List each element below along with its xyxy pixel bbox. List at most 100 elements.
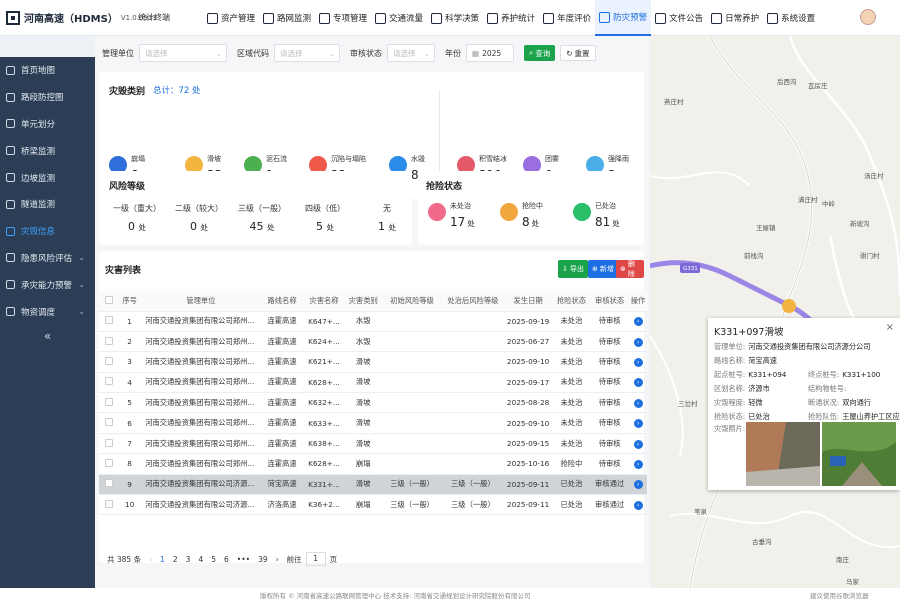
detail-arrow-icon[interactable]: › — [633, 459, 643, 469]
map-canvas[interactable] — [650, 36, 900, 588]
detail-arrow-icon[interactable]: › — [633, 337, 643, 347]
detail-arrow-icon[interactable]: › — [633, 419, 643, 429]
row-checkbox[interactable] — [104, 397, 113, 406]
page-number-button[interactable]: 6 — [224, 555, 229, 564]
detail-arrow-icon[interactable]: › — [633, 439, 643, 449]
row-checkbox[interactable] — [104, 418, 113, 427]
alert-icon — [6, 226, 15, 236]
page-number-button[interactable]: 4 — [198, 555, 203, 564]
cell-type: 滑坡 — [344, 474, 382, 496]
year-picker[interactable]: ▦ 2025 — [466, 44, 514, 62]
row-checkbox[interactable] — [104, 499, 113, 508]
app-logo[interactable]: 河南高速（HDMS） V1.0.0913 — [6, 10, 157, 25]
page-number-button[interactable]: 39 — [258, 555, 268, 564]
row-checkbox[interactable] — [104, 377, 113, 386]
cell-after — [442, 392, 504, 414]
row-checkbox[interactable] — [104, 438, 113, 447]
table-row[interactable]: 4 河南交通投资集团有限公司郑州... 连霍高速 K628+... 滑坡 2025-09-… — [99, 372, 647, 394]
row-checkbox[interactable] — [104, 458, 113, 467]
page-number-button[interactable]: 5 — [211, 555, 216, 564]
nav-item-road[interactable]: 路网监测 — [259, 0, 315, 36]
row-checkbox[interactable] — [104, 316, 113, 325]
nav-item-stats[interactable]: 养护统计 — [483, 0, 539, 36]
sidebar-item-tunnel[interactable]: 隧道监测 — [0, 191, 95, 218]
risk-stat-item[interactable]: 一级（重大） 0 处 — [109, 203, 165, 233]
table-row[interactable]: 8 河南交通投资集团有限公司郑州... 连霍高速 K628+... 崩塌 2025-10-… — [99, 453, 647, 475]
reset-button[interactable]: ↻ 重置 — [560, 45, 596, 61]
risk-stat-item[interactable]: 三级（一般） 45 处 — [234, 203, 290, 233]
nav-item-wrench[interactable]: 日常养护 — [707, 0, 763, 36]
nav-item-calendar[interactable]: 年度评价 — [539, 0, 595, 36]
column-header: 初始风险等级 — [381, 291, 443, 312]
avatar[interactable] — [860, 9, 876, 25]
risk-stat-item[interactable]: 四级（低） 5 处 — [297, 203, 353, 233]
sidebar-item-package[interactable]: 物资调度 ⌄ — [0, 298, 95, 325]
nav-item-box[interactable]: 资产管理 — [203, 0, 259, 36]
collapse-icon[interactable]: « — [0, 329, 95, 343]
table-row[interactable]: 1 河南交通投资集团有限公司郑州... 连霍高速 K647+... 水毁 2025-09-… — [99, 311, 647, 332]
detail-arrow-icon[interactable]: › — [633, 500, 643, 510]
table-row[interactable]: 10 河南交通投资集团有限公司济源... 济洛高速 K36+2... 崩塌 三级（一般）三… — [99, 494, 647, 516]
next-page-button[interactable]: › — [276, 555, 279, 564]
rescue-title: 抢险状态 — [426, 182, 463, 192]
terminal-label[interactable]: 统计终端 — [138, 12, 170, 23]
cell-route: 连霍高速 — [260, 453, 304, 475]
status-select[interactable]: 请选择 ⌄ — [387, 44, 435, 62]
nav-item-chart[interactable]: 科学决策 — [427, 0, 483, 36]
cell-audit: 审核通过 — [590, 494, 630, 516]
cell-no: 9 — [118, 474, 142, 496]
delete-button[interactable]: ⊗ 删除 — [616, 260, 644, 278]
table-row[interactable]: 2 河南交通投资集团有限公司郑州... 连霍高速 K624+... 水毁 2025-06-… — [99, 331, 647, 353]
map-place-label: G331 — [683, 266, 698, 272]
close-icon[interactable]: × — [886, 322, 894, 333]
page-number-button[interactable]: ••• — [237, 555, 250, 564]
nav-item-car[interactable]: 交通流量 — [371, 0, 427, 36]
disaster-photo-2[interactable] — [822, 422, 896, 486]
sidebar-item-risk[interactable]: 隐患风险评估 ⌄ — [0, 245, 95, 272]
page-number-button[interactable]: 2 — [173, 555, 178, 564]
sidebar-item-route[interactable]: 路段防控图 — [0, 84, 95, 111]
unit-select[interactable]: 请选择 ⌄ — [139, 44, 227, 62]
detail-arrow-icon[interactable]: › — [633, 398, 643, 408]
page-number-button[interactable]: 3 — [186, 555, 191, 564]
popup-field: 终点桩号: K331+100 — [808, 370, 881, 379]
detail-arrow-icon[interactable]: › — [633, 480, 643, 490]
nav-item-gear[interactable]: 系统设置 — [763, 0, 819, 36]
row-checkbox[interactable] — [104, 336, 113, 345]
column-header: 序号 — [118, 291, 142, 312]
detail-arrow-icon[interactable]: › — [633, 378, 643, 388]
goto-page-input[interactable]: 1 — [305, 552, 326, 566]
nav-item-folder[interactable]: 专项管理 — [315, 0, 371, 36]
table-row[interactable]: 5 河南交通投资集团有限公司郑州... 连霍高速 K632+... 滑坡 2025-08-… — [99, 392, 647, 414]
row-checkbox[interactable] — [104, 356, 113, 365]
cell-after — [442, 412, 504, 434]
sidebar-item-slope[interactable]: 边坡监测 — [0, 164, 95, 191]
table-row[interactable]: 7 河南交通投资集团有限公司郑州... 连霍高速 K638+... 滑坡 2025-09-… — [99, 433, 647, 455]
sidebar-item-grid[interactable]: 单元划分 — [0, 111, 95, 138]
table-row[interactable]: 9 河南交通投资集团有限公司济源... 菏宝高速 K331+... 滑坡 三级（一般） 三级… — [99, 474, 647, 496]
sidebar-item-bridge[interactable]: 桥梁监测 — [0, 137, 95, 164]
risk-stat-item[interactable]: 无1 处 — [359, 203, 415, 233]
row-checkbox[interactable] — [104, 479, 113, 488]
table-row[interactable]: 3 河南交通投资集团有限公司郑州... 连霍高速 K621+... 滑坡 2025-09-… — [99, 351, 647, 373]
cell-init — [381, 372, 443, 394]
select-all-checkbox[interactable] — [104, 295, 113, 304]
query-button[interactable]: ⌕ 查询 — [524, 45, 556, 61]
sidebar-item-warning[interactable]: 承灾能力预警 ⌄ — [0, 271, 95, 298]
nav-item-shield[interactable]: 防灾预警 — [595, 0, 652, 36]
map-panel[interactable]: 后西沟瓦房庄燕庄村汤庄村满庄村王屋镇中岭新坡沟前栈沟驸门村G331三岔村刘村苇泉… — [650, 36, 900, 588]
export-button[interactable]: ⇩ 导出 — [558, 260, 588, 278]
sidebar-item-alert[interactable]: 灾毁信息 — [0, 218, 95, 245]
calendar-icon — [543, 12, 555, 24]
nav-item-file[interactable]: 文件公告 — [651, 0, 707, 36]
disaster-photo-1[interactable] — [746, 422, 820, 486]
area-select[interactable]: 请选择 ⌄ — [274, 44, 340, 62]
sidebar-item-home[interactable]: 首页地图 — [0, 57, 95, 84]
risk-stat-item[interactable]: 二级（较大） 0 处 — [171, 203, 227, 233]
prev-page-button[interactable]: ‹ — [149, 555, 152, 564]
add-button[interactable]: ⊕ 新增 — [588, 260, 618, 278]
table-row[interactable]: 6 河南交通投资集团有限公司郑州... 连霍高速 K633+... 滑坡 2025-09-… — [99, 412, 647, 434]
detail-arrow-icon[interactable]: › — [633, 317, 643, 327]
detail-arrow-icon[interactable]: › — [633, 357, 643, 367]
page-number-button[interactable]: 1 — [160, 555, 165, 564]
